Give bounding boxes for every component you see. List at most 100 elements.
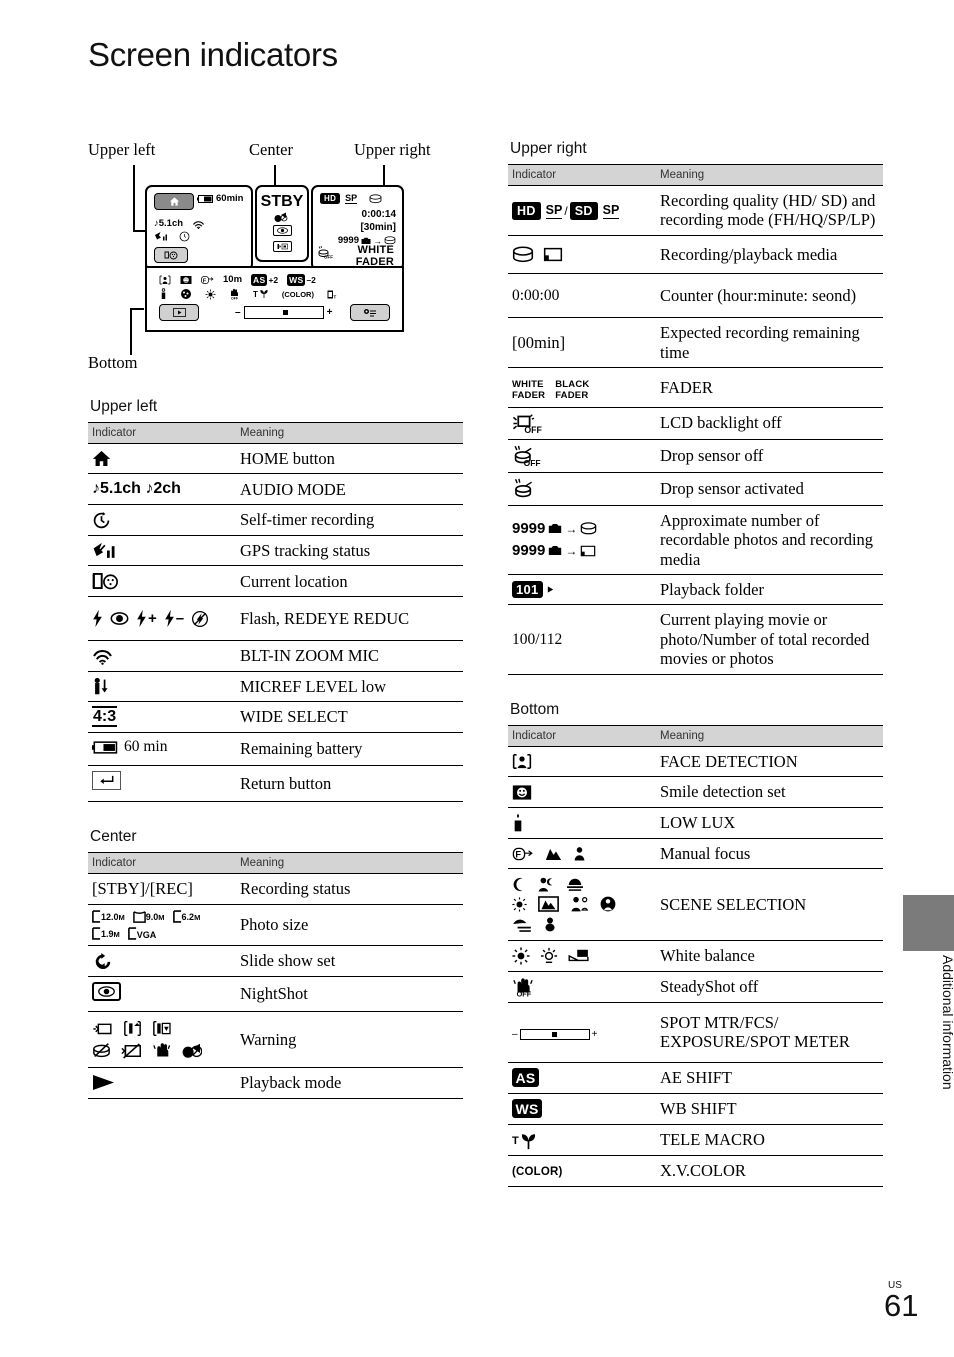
table-upper-right: Indicator Meaning HD SP / SD SP Recordin… (508, 164, 883, 675)
slide-show-icon (95, 952, 111, 969)
side-tab-marker (903, 895, 954, 951)
col-header-meaning: Meaning (236, 422, 463, 444)
diagram-options-button[interactable] (350, 304, 390, 321)
diagram-mode: SP (345, 193, 358, 204)
spotlight-icon (571, 897, 589, 912)
diagram-gps-row (154, 231, 190, 242)
hdd-icon (512, 246, 534, 263)
slider-track[interactable] (243, 306, 324, 319)
lcd-backlight-off-icon: OFF (512, 413, 542, 434)
indicator-slide-show (88, 945, 236, 977)
meaning-drop-sensor-off: Drop sensor off (656, 438, 883, 473)
diagram-label-bottom: Bottom (88, 353, 138, 372)
section-title-center: Center (90, 827, 137, 845)
arrow-right-icon (547, 586, 553, 593)
meaning-audio-mode: AUDIO MODE (236, 473, 463, 505)
lcd-center-panel: STBY (255, 185, 309, 262)
table-row: (COLOR) X.V.COLOR (508, 1155, 883, 1187)
slider-thumb[interactable] (282, 310, 288, 315)
playback-folder-number: 101 (512, 581, 543, 598)
steadyshot-off-icon: OFF (513, 978, 533, 997)
hdd-icon (581, 522, 597, 535)
white-balance-icon (205, 289, 216, 299)
table-row: Drop sensor activated (508, 471, 883, 506)
indicator-white-balance (508, 940, 656, 972)
table-row: Playback mode (88, 1067, 463, 1099)
smile-detection-icon (512, 784, 532, 800)
return-button-icon (100, 776, 114, 785)
meaning-steadyshot-off: SteadyShot off (656, 970, 883, 1003)
person-icon (574, 846, 585, 861)
meaning-remaining-time: Expected recording remaining time (656, 317, 883, 368)
table-row: WS WB SHIFT (508, 1093, 883, 1125)
table-row: OFF SteadyShot off (508, 970, 883, 1003)
diagram-focus-distance: 10m (223, 274, 243, 286)
diagram-label-upper-left: Upper left (88, 140, 156, 159)
lcd-bottom-panel: F 10m AS +2 WS –2 OFF T (COLOR) T – + (145, 266, 404, 332)
diagram-playback-button[interactable] (159, 304, 199, 321)
connector-bottom-v (130, 309, 132, 355)
hd-badge: HD (512, 202, 541, 220)
nightshot-icon (277, 227, 288, 234)
warning-lens-cover-icon (182, 1043, 202, 1058)
svg-text:OFF: OFF (324, 255, 333, 260)
page-title: Screen indicators (88, 36, 338, 73)
table-upper-left: Indicator Meaning HOME button ♪5.1ch ♪2c… (88, 422, 463, 802)
table-row: OFF Drop sensor off (508, 438, 883, 473)
col-header-meaning: Meaning (656, 164, 883, 186)
sd-badge: SD (569, 202, 598, 220)
outdoor-wb-icon (512, 947, 530, 965)
svg-text:OFF: OFF (231, 297, 239, 301)
meaning-fader: FADER (656, 367, 883, 408)
diagram-ae-shift: AS +2 (251, 274, 279, 286)
diagram-status: STBY (260, 193, 304, 210)
photo-size-vga: VGA (127, 927, 156, 940)
diagram-quality-row: HD SP (320, 193, 382, 204)
indicator-warning-group (88, 1011, 236, 1068)
meaning-current-location: Current location (236, 565, 463, 597)
diagram-label-center: Center (249, 140, 293, 159)
svg-text:T: T (333, 294, 336, 299)
photo-size-6m: 6.2M (172, 910, 200, 923)
playback-mode-icon (93, 1075, 114, 1091)
flash-plus-icon: + (136, 609, 157, 628)
table-row: OFF LCD backlight off (508, 406, 883, 440)
meaning-home: HOME button (236, 442, 463, 474)
flash-minus-icon: – (164, 609, 184, 628)
diagram-zoom-slider[interactable]: – + (235, 306, 332, 319)
meaning-nightshot: NightShot (236, 975, 463, 1012)
meaning-current-playing: Current playing movie or photo/Number of… (656, 604, 883, 675)
drop-sensor-off-icon: OFF (318, 245, 333, 260)
side-tab-label: Additional information (940, 955, 954, 1090)
indicator-counter: 0:00:00 (508, 272, 656, 318)
table-row: F Manual focus (508, 837, 883, 869)
meaning-self-timer: Self-timer recording (236, 504, 463, 536)
slider-minus-label: – (235, 307, 241, 318)
indicator-playback-folder: 101 (508, 573, 656, 605)
indicator-drop-sensor-on (508, 471, 656, 506)
table-row: White balance (508, 940, 883, 972)
return-button-box[interactable] (92, 771, 121, 791)
table-row: AS AE SHIFT (508, 1062, 883, 1094)
diagram-home-button[interactable] (154, 193, 194, 210)
section-title-upper-left: Upper left (90, 398, 158, 415)
indicator-self-timer (88, 504, 236, 536)
connector-upper-left-v (133, 165, 135, 232)
nightshot-icon (98, 985, 115, 997)
indicator-fader: WHITE FADER BLACK FADER (508, 367, 656, 408)
tele-macro-icon (260, 290, 268, 298)
diagram-audio-mode: ♪5.1ch (154, 218, 184, 229)
document-page: Screen indicators Upper left Center Uppe… (0, 0, 954, 1357)
indicator-return-button[interactable] (88, 765, 236, 802)
diagram-location-button[interactable] (154, 247, 188, 263)
table-row: NightShot (88, 975, 463, 1012)
indicator-home (88, 442, 236, 474)
table-row: WHITE FADER BLACK FADER FADER (508, 367, 883, 408)
memory-card-icon (543, 247, 563, 262)
table-row: 60 min Remaining battery (88, 732, 463, 766)
redeye-icon (110, 612, 129, 626)
twilight-portrait-icon (538, 877, 553, 892)
diagram-hd-badge: HD (320, 193, 341, 204)
diagram-battery-group: 60min (197, 193, 243, 204)
manual-focus-icon: F (512, 847, 533, 860)
